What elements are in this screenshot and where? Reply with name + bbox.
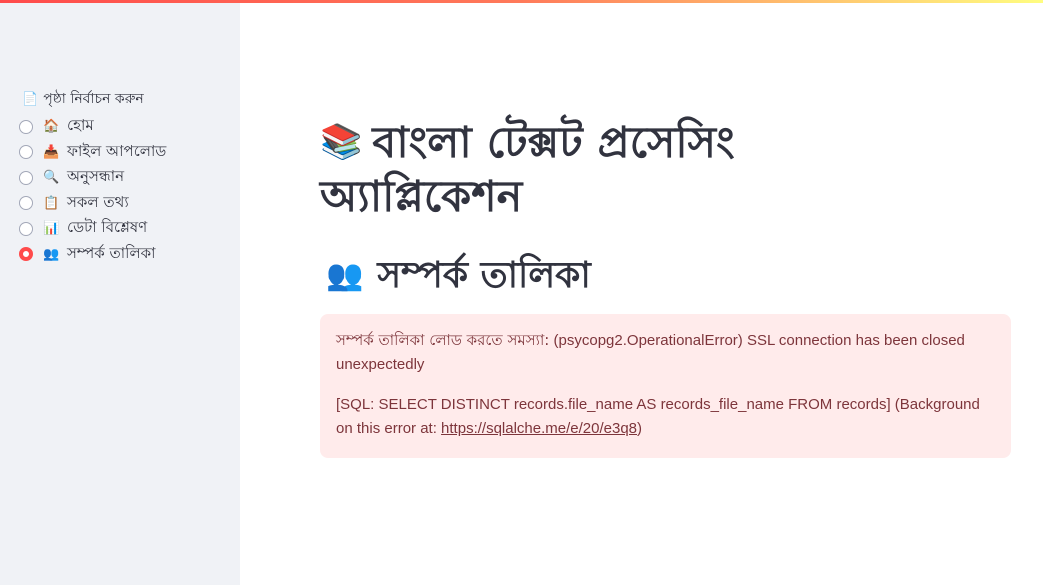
- inbox-tray-icon: 📥: [43, 144, 60, 160]
- error-help-link[interactable]: https://sqlalche.me/e/20/e3q8: [441, 420, 637, 437]
- people-icon: 👥: [43, 246, 60, 262]
- radio-option-label: সম্পর্ক তালিকা: [67, 243, 156, 262]
- clipboard-icon: 📋: [43, 195, 60, 211]
- radio-option-label: সকল তথ্য: [67, 192, 129, 211]
- section-header-text: সম্পর্ক তালিকা: [377, 255, 591, 296]
- radio-option-label: অনুসন্ধান: [67, 167, 125, 186]
- section-header: 👥 সম্পর্ক তালিকা: [326, 251, 591, 301]
- radio-option-label: ফাইল আপলোড: [67, 141, 167, 160]
- main-content: 📚 বাংলা টেক্সট প্রসেসিং অ্যাপ্লিকেশন 👥 সম…: [240, 3, 1043, 585]
- page-title-text: বাংলা টেক্সট প্রসেসিং অ্যাপ্লিকেশন: [320, 118, 735, 222]
- magnifier-icon: 🔍: [43, 170, 60, 186]
- page-icon: 📄: [22, 91, 39, 107]
- radio-option-search[interactable]: 🔍 অনুসন্ধান: [19, 165, 166, 191]
- radio-option-relation-list[interactable]: 👥 সম্পর্ক তালিকা: [19, 242, 166, 268]
- people-icon: 👥: [326, 258, 364, 293]
- radio-button[interactable]: [19, 170, 33, 185]
- radio-button[interactable]: [19, 221, 33, 236]
- radio-option-label: হোম: [67, 116, 94, 135]
- error-sql-suffix: ): [637, 420, 643, 437]
- radio-option-label: ডেটা বিশ্লেষণ: [67, 218, 148, 237]
- radio-option-home[interactable]: 🏠 হোম: [19, 114, 166, 140]
- radio-button[interactable]: [19, 196, 33, 211]
- page-select-label-text: পৃষ্ঠা নির্বাচন করুন: [43, 91, 144, 107]
- radio-button-selected[interactable]: [19, 247, 33, 262]
- sidebar: 📄 পৃষ্ঠা নির্বাচন করুন 🏠 হোম 📥 ফাইল আপলো…: [0, 3, 240, 585]
- error-sql-text: [SQL: SELECT DISTINCT records.file_name …: [336, 396, 980, 437]
- error-prefix: সম্পর্ক তালিকা লোড করতে সমস্যা:: [336, 331, 550, 349]
- books-icon: 📚: [320, 122, 363, 162]
- page-radio-group: 🏠 হোম 📥 ফাইল আপলোড 🔍 অনুসন্ধান 📋 সকল তথ্…: [19, 114, 166, 267]
- radio-option-all-data[interactable]: 📋 সকল তথ্য: [19, 191, 166, 217]
- error-sql: [SQL: SELECT DISTINCT records.file_name …: [336, 393, 995, 441]
- bar-chart-icon: 📊: [43, 221, 60, 237]
- page-select-label: 📄 পৃষ্ঠা নির্বাচন করুন: [22, 87, 144, 111]
- radio-button[interactable]: [19, 145, 33, 160]
- error-message: সম্পর্ক তালিকা লোড করতে সমস্যা: (psycopg…: [336, 328, 995, 377]
- page-title: 📚 বাংলা টেক্সট প্রসেসিং অ্যাপ্লিকেশন: [320, 115, 880, 224]
- radio-option-data-analysis[interactable]: 📊 ডেটা বিশ্লেষণ: [19, 216, 166, 242]
- radio-button[interactable]: [19, 119, 33, 134]
- error-alert: সম্পর্ক তালিকা লোড করতে সমস্যা: (psycopg…: [320, 314, 1011, 458]
- house-icon: 🏠: [43, 119, 60, 135]
- radio-option-file-upload[interactable]: 📥 ফাইল আপলোড: [19, 140, 166, 166]
